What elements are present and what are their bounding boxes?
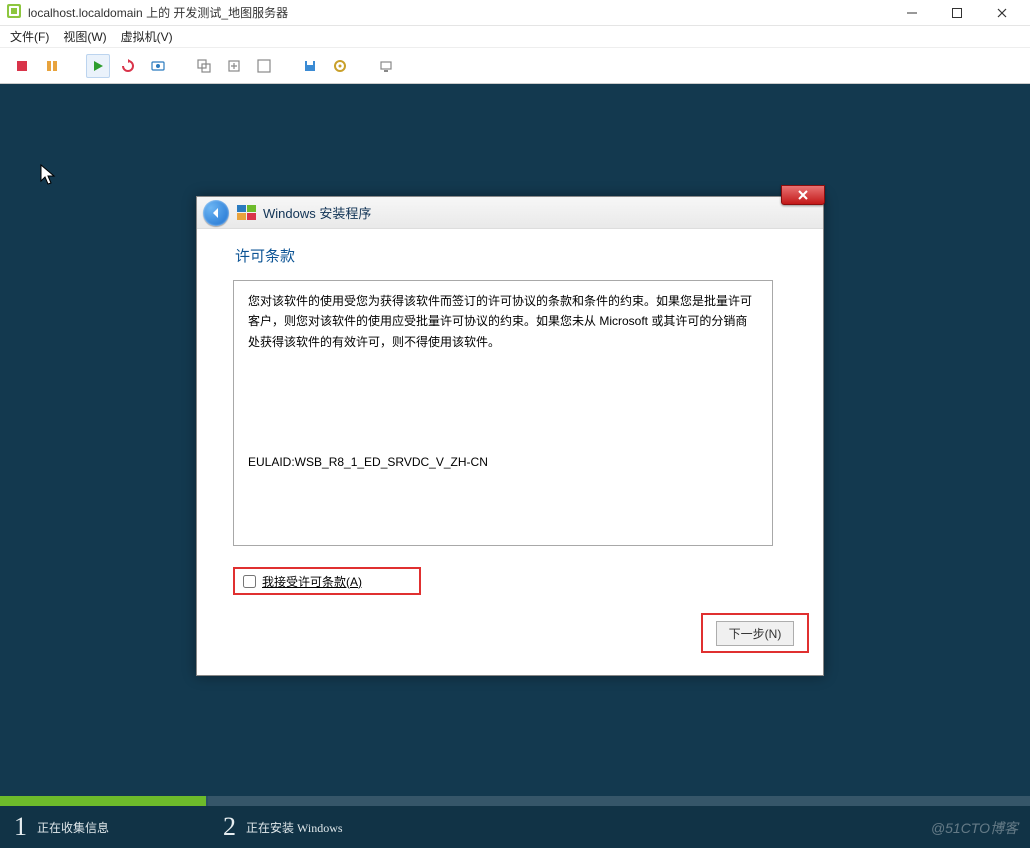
accept-license-highlight: 我接受许可条款(A)	[233, 567, 421, 595]
step-2-number: 2	[223, 812, 236, 842]
play-icon[interactable]	[86, 54, 110, 78]
devices-icon[interactable]	[374, 54, 398, 78]
menu-file[interactable]: 文件(F)	[10, 28, 49, 45]
snapshot-icon[interactable]	[146, 54, 170, 78]
dialog-close-button[interactable]	[781, 185, 825, 205]
license-terms-heading: 许可条款	[235, 245, 787, 266]
eula-text-box[interactable]: 您对该软件的使用受您为获得该软件而签订的许可协议的条款和条件的约束。如果您是批量…	[233, 280, 773, 546]
vm-window-title: localhost.localdomain 上的 开发测试_地图服务器	[28, 4, 288, 21]
vm-window-titlebar: localhost.localdomain 上的 开发测试_地图服务器	[0, 0, 1030, 26]
menu-view[interactable]: 视图(W)	[63, 28, 106, 45]
watermark: @51CTO博客	[931, 818, 1018, 838]
pause-icon[interactable]	[40, 54, 64, 78]
revert-icon[interactable]	[222, 54, 246, 78]
vsphere-icon	[6, 3, 22, 22]
step-1-label: 正在收集信息	[37, 819, 109, 836]
step-2-label: 正在安装 Windows	[246, 819, 343, 836]
menubar: 文件(F) 视图(W) 虚拟机(V)	[0, 26, 1030, 48]
close-button[interactable]	[979, 0, 1024, 26]
eula-id: EULAID:WSB_R8_1_ED_SRVDC_V_ZH-CN	[248, 452, 758, 472]
cd-icon[interactable]	[328, 54, 352, 78]
menu-vm[interactable]: 虚拟机(V)	[121, 28, 173, 45]
back-button[interactable]	[203, 200, 229, 226]
accept-license-label[interactable]: 我接受许可条款(A)	[262, 573, 362, 590]
install-progress-bar	[0, 796, 1030, 806]
snapshot-manager-icon[interactable]	[192, 54, 216, 78]
install-steps-bar: 1 正在收集信息 2 正在安装 Windows	[0, 806, 1030, 848]
windows-flag-icon	[237, 205, 257, 221]
mouse-cursor-icon	[40, 164, 58, 186]
next-button-highlight: 下一步(N)	[701, 613, 809, 653]
install-progress-fill	[0, 796, 206, 806]
next-button[interactable]: 下一步(N)	[716, 621, 795, 646]
windows-setup-dialog: Windows 安装程序 许可条款 您对该软件的使用受您为获得该软件而签订的许可…	[196, 196, 824, 676]
eula-paragraph: 您对该软件的使用受您为获得该软件而签订的许可协议的条款和条件的约束。如果您是批量…	[248, 291, 758, 352]
progress-separator	[206, 796, 208, 806]
maximize-button[interactable]	[934, 0, 979, 26]
minimize-button[interactable]	[889, 0, 934, 26]
fullscreen-icon[interactable]	[252, 54, 276, 78]
reset-icon[interactable]	[116, 54, 140, 78]
guest-display[interactable]: Windows 安装程序 许可条款 您对该软件的使用受您为获得该软件而签订的许可…	[0, 84, 1030, 848]
toolbar	[0, 48, 1030, 84]
step-1-number: 1	[14, 812, 27, 842]
floppy-icon[interactable]	[298, 54, 322, 78]
dialog-header: Windows 安装程序	[197, 197, 823, 229]
accept-license-checkbox[interactable]	[243, 575, 256, 588]
stop-icon[interactable]	[10, 54, 34, 78]
dialog-title: Windows 安装程序	[263, 203, 371, 222]
